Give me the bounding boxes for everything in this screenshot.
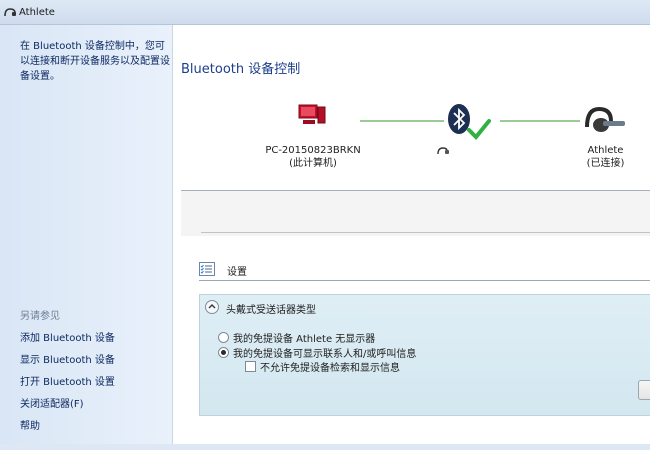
sidebar-link-add-device[interactable]: 添加 Bluetooth 设备 (20, 329, 115, 344)
settings-list-icon (199, 262, 215, 276)
services-panel (181, 190, 650, 236)
computer-name: PC-20150823BRKN (265, 145, 361, 156)
bottom-strip (0, 444, 650, 450)
sidebar-link-open-settings[interactable]: 打开 Bluetooth 设置 (20, 373, 115, 388)
checkbox-disallow-retrieve[interactable] (245, 361, 256, 372)
radio-show-contacts[interactable] (218, 347, 229, 358)
window-title: Athlete (19, 7, 55, 18)
headset-type-header: 头戴式受送话器类型 (226, 305, 316, 316)
small-headset-icon (437, 147, 449, 155)
see-also-heading: 另请参见 (20, 311, 60, 322)
athlete-headset-icon (4, 8, 16, 17)
option-no-display-label: 我的免提设备 Athlete 无显示器 (233, 334, 376, 345)
settings-label: 设置 (227, 267, 247, 278)
computer-icon (298, 104, 326, 124)
headset-status: (已连接) (586, 158, 625, 169)
sidebar-link-help[interactable]: 帮助 (20, 417, 40, 432)
collapse-button[interactable] (205, 300, 219, 314)
connection-line-right (500, 120, 580, 122)
chevron-up-icon (208, 304, 216, 309)
headset-type-panel: 头戴式受送话器类型 我的免提设备 Athlete 无显示器 我的免提设备可显示联… (199, 294, 650, 416)
page-title: Bluetooth 设备控制 (181, 62, 301, 77)
divider (201, 232, 650, 233)
title-bar: Athlete (0, 0, 650, 25)
radio-no-display[interactable] (218, 332, 229, 343)
computer-status: (此计算机) (289, 158, 337, 169)
sidebar: 在 Bluetooth 设备控制中，您可以连接和断开设备服务以及配置设备设置。 … (0, 25, 173, 450)
option-show-contacts-label: 我的免提设备可显示联系人和/或呼叫信息 (233, 349, 417, 360)
main-content: Bluetooth 设备控制 PC-20150823BRKN (此计算机) At… (173, 25, 650, 450)
sidebar-description: 在 Bluetooth 设备控制中，您可以连接和断开设备服务以及配置设备设置。 (20, 41, 170, 82)
settings-section-header: 设置 (199, 260, 650, 281)
check-icon (467, 119, 491, 140)
headset-icon (585, 106, 625, 132)
apply-button[interactable] (638, 380, 650, 400)
computer-device: PC-20150823BRKN (此计算机) (258, 144, 368, 170)
headset-name: Athlete (587, 145, 624, 156)
sidebar-link-turn-off-adapter[interactable]: 关闭适配器(F) (20, 395, 84, 410)
sidebar-link-show-devices[interactable]: 显示 Bluetooth 设备 (20, 351, 115, 366)
headset-device: Athlete (已连接) (563, 144, 648, 170)
connection-line-left (360, 120, 444, 122)
checkbox-disallow-retrieve-label: 不允许免提设备检索和显示信息 (260, 363, 400, 374)
